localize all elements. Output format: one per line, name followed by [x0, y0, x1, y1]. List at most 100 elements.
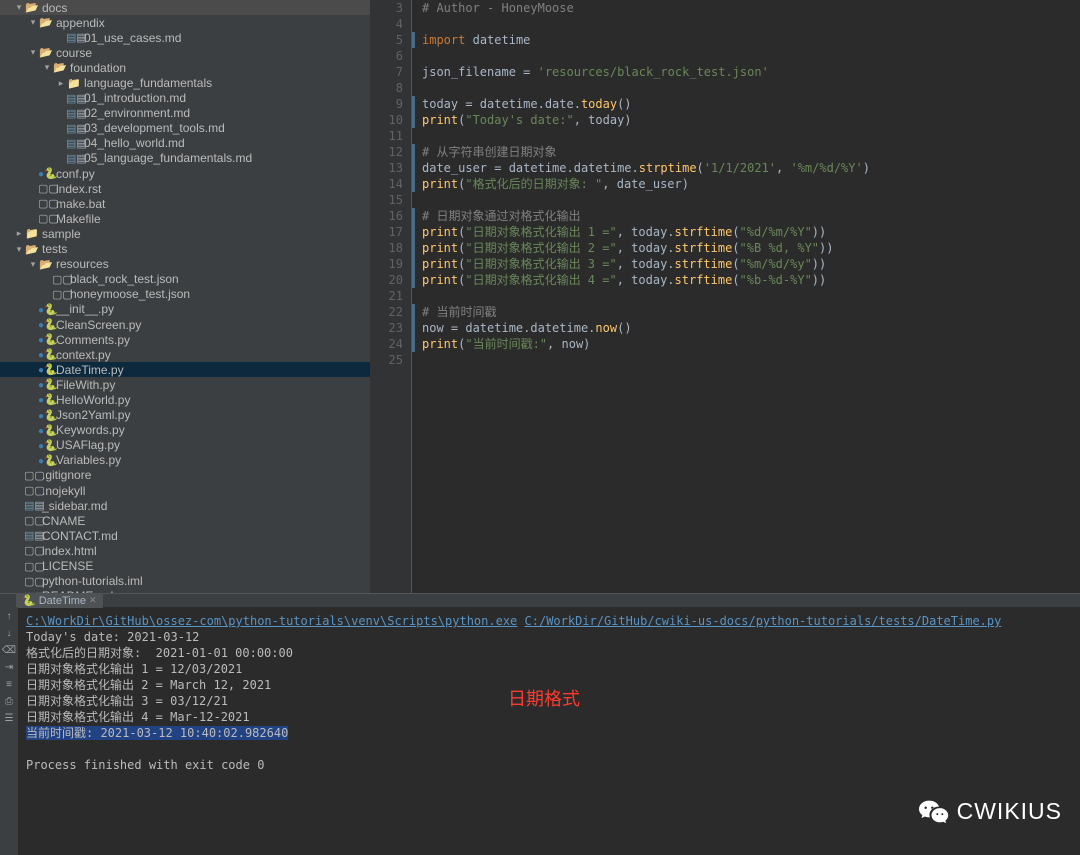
tree-item[interactable]: 🐍__init__.py	[0, 302, 370, 317]
toolbar-icon[interactable]: ⎙	[5, 696, 13, 707]
code-line[interactable]: print("当前时间戳:", now)	[412, 336, 1080, 352]
line-number[interactable]: 12	[370, 144, 411, 160]
tree-item[interactable]: 🐍context.py	[0, 347, 370, 362]
tree-item[interactable]: 🐍Comments.py	[0, 332, 370, 347]
toolbar-icon[interactable]: ↓	[7, 628, 12, 639]
code-line[interactable]: # Author - HoneyMoose	[412, 0, 1080, 16]
tree-item[interactable]: ▤01_use_cases.md	[0, 30, 370, 45]
run-toolbar[interactable]: ↑ ↓ ⌫ ⇥ ≡ ⎙ ☰	[0, 607, 18, 855]
line-number[interactable]: 7	[370, 64, 411, 80]
chevron-icon[interactable]: ▸	[14, 228, 24, 239]
tree-item[interactable]: ▢black_rock_test.json	[0, 272, 370, 287]
tree-item[interactable]: 🐍FileWith.py	[0, 377, 370, 392]
code-line[interactable]	[412, 128, 1080, 144]
code-line[interactable]	[412, 288, 1080, 304]
tree-item[interactable]: 🐍USAFlag.py	[0, 438, 370, 453]
toolbar-icon[interactable]: ↑	[7, 611, 12, 622]
line-number[interactable]: 3	[370, 0, 411, 16]
line-number[interactable]: 11	[370, 128, 411, 144]
line-number[interactable]: 8	[370, 80, 411, 96]
line-number[interactable]: 13	[370, 160, 411, 176]
tree-item[interactable]: 🐍Json2Yaml.py	[0, 408, 370, 423]
code-line[interactable]	[412, 80, 1080, 96]
tree-item[interactable]: ▢LICENSE	[0, 558, 370, 573]
tree-item[interactable]: ▢Makefile	[0, 211, 370, 226]
tree-item[interactable]: ▢index.rst	[0, 181, 370, 196]
tree-item[interactable]: ▢index.html	[0, 543, 370, 558]
line-number[interactable]: 5	[370, 32, 411, 48]
tree-item[interactable]: ▢.gitignore	[0, 468, 370, 483]
tree-item[interactable]: ▾resources	[0, 257, 370, 272]
tree-item[interactable]: 🐍CleanScreen.py	[0, 317, 370, 332]
chevron-icon[interactable]: ▾	[14, 244, 24, 255]
tree-item[interactable]: ▾foundation	[0, 60, 370, 75]
tree-item[interactable]: ▾tests	[0, 242, 370, 257]
tree-item[interactable]: 🐍conf.py	[0, 166, 370, 181]
line-number[interactable]: 19	[370, 256, 411, 272]
tree-item[interactable]: 🐍DateTime.py	[0, 362, 370, 377]
line-number[interactable]: 4	[370, 16, 411, 32]
code-area[interactable]: # Author - HoneyMoose import datetime js…	[412, 0, 1080, 593]
tree-item[interactable]: ▤03_development_tools.md	[0, 121, 370, 136]
line-number[interactable]: 20	[370, 272, 411, 288]
line-number[interactable]: 9	[370, 96, 411, 112]
tree-item[interactable]: ▾appendix	[0, 15, 370, 30]
chevron-icon[interactable]: ▾	[28, 17, 38, 28]
line-number[interactable]: 21	[370, 288, 411, 304]
tree-item[interactable]: ▤02_environment.md	[0, 106, 370, 121]
code-line[interactable]: print("Today's date:", today)	[412, 112, 1080, 128]
code-line[interactable]: print("日期对象格式化输出 1 =", today.strftime("%…	[412, 224, 1080, 240]
tree-item[interactable]: ▢honeymoose_test.json	[0, 287, 370, 302]
tree-item[interactable]: ▢.nojekyll	[0, 483, 370, 498]
toolbar-icon[interactable]: ⌫	[2, 645, 16, 656]
interpreter-path[interactable]: C:\WorkDir\GitHub\ossez-com\python-tutor…	[26, 614, 517, 628]
script-path[interactable]: C:/WorkDir/GitHub/cwiki-us-docs/python-t…	[525, 614, 1002, 628]
tree-item[interactable]: ▢python-tutorials.iml	[0, 574, 370, 589]
toolbar-icon[interactable]: ⇥	[5, 662, 13, 673]
tree-item[interactable]: ▤05_language_fundamentals.md	[0, 151, 370, 166]
line-number[interactable]: 25	[370, 352, 411, 368]
code-line[interactable]: print("日期对象格式化输出 2 =", today.strftime("%…	[412, 240, 1080, 256]
tree-item[interactable]: ▤_sidebar.md	[0, 498, 370, 513]
code-line[interactable]: import datetime	[412, 32, 1080, 48]
tree-item[interactable]: ▸language_fundamentals	[0, 75, 370, 90]
line-number[interactable]: 22	[370, 304, 411, 320]
tree-item[interactable]: ▤04_hello_world.md	[0, 136, 370, 151]
chevron-icon[interactable]: ▾	[14, 2, 24, 13]
chevron-icon[interactable]: ▾	[28, 47, 38, 58]
line-number[interactable]: 10	[370, 112, 411, 128]
line-number[interactable]: 15	[370, 192, 411, 208]
code-line[interactable]	[412, 192, 1080, 208]
code-line[interactable]: now = datetime.datetime.now()	[412, 320, 1080, 336]
toolbar-icon[interactable]: ≡	[6, 679, 12, 690]
line-number[interactable]: 24	[370, 336, 411, 352]
code-line[interactable]	[412, 352, 1080, 368]
run-tab-bar[interactable]: 🐍 DateTime ✕	[0, 594, 1080, 607]
code-line[interactable]: print("日期对象格式化输出 3 =", today.strftime("%…	[412, 256, 1080, 272]
code-line[interactable]: # 当前时间戳	[412, 304, 1080, 320]
tree-item[interactable]: 🐍HelloWorld.py	[0, 392, 370, 407]
close-icon[interactable]: ✕	[89, 595, 97, 606]
toolbar-icon[interactable]: ☰	[5, 713, 14, 724]
code-line[interactable]	[412, 16, 1080, 32]
code-line[interactable]: print("格式化后的日期对象: ", date_user)	[412, 176, 1080, 192]
code-line[interactable]: json_filename = 'resources/black_rock_te…	[412, 64, 1080, 80]
code-line[interactable]: print("日期对象格式化输出 4 =", today.strftime("%…	[412, 272, 1080, 288]
line-number[interactable]: 14	[370, 176, 411, 192]
tree-item[interactable]: ▤01_introduction.md	[0, 91, 370, 106]
tree-item[interactable]: ▸sample	[0, 226, 370, 241]
chevron-icon[interactable]: ▾	[42, 62, 52, 73]
tree-item[interactable]: ▾course	[0, 45, 370, 60]
code-line[interactable]: # 日期对象通过对格式化输出	[412, 208, 1080, 224]
line-number[interactable]: 6	[370, 48, 411, 64]
line-number[interactable]: 23	[370, 320, 411, 336]
tree-item[interactable]: 🐍Keywords.py	[0, 423, 370, 438]
tree-item[interactable]: 🐍Variables.py	[0, 453, 370, 468]
tree-item[interactable]: ▢CNAME	[0, 513, 370, 528]
code-editor[interactable]: 345678910111213141516171819202122232425 …	[370, 0, 1080, 593]
chevron-icon[interactable]: ▸	[56, 78, 66, 89]
tree-item[interactable]: ▢make.bat	[0, 196, 370, 211]
chevron-icon[interactable]: ▾	[28, 259, 38, 270]
run-tab[interactable]: 🐍 DateTime ✕	[16, 593, 103, 608]
line-number[interactable]: 17	[370, 224, 411, 240]
